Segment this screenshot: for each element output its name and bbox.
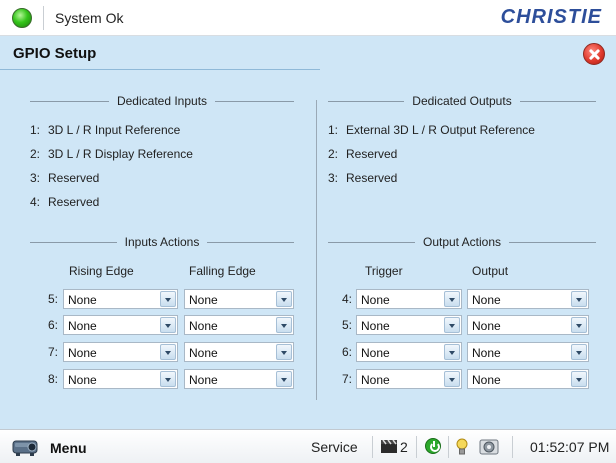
dedicated-outputs-heading: Dedicated Outputs — [328, 93, 596, 109]
dedicated-inputs-heading: Dedicated Inputs — [30, 93, 294, 109]
page-title: GPIO Setup — [13, 45, 97, 62]
clapper-icon[interactable] — [381, 440, 397, 453]
mechanism-icon[interactable] — [478, 437, 500, 457]
output-dropdown[interactable]: None — [467, 315, 589, 335]
rising-edge-header: Rising Edge — [69, 264, 134, 278]
menu-button[interactable]: Menu — [50, 440, 87, 456]
trigger-dropdown[interactable]: None — [356, 289, 462, 309]
action-number: 4: — [341, 292, 352, 306]
lamp-icon[interactable] — [456, 438, 468, 456]
bottom-bar: Menu Service 2 01:52:07 PM — [0, 429, 616, 463]
dropdown-arrow-icon[interactable] — [276, 344, 292, 360]
title-bar: GPIO Setup — [0, 37, 616, 71]
divider — [416, 436, 417, 458]
clock: 01:52:07 PM — [530, 439, 610, 455]
action-number: 5: — [341, 318, 352, 332]
rising-edge-dropdown[interactable]: None — [63, 369, 178, 389]
dedicated-input-row: 3: Reserved — [29, 171, 100, 185]
rising-edge-dropdown[interactable]: None — [63, 342, 178, 362]
action-number: 6: — [47, 318, 58, 332]
action-number: 5: — [47, 292, 58, 306]
dropdown-arrow-icon[interactable] — [444, 317, 460, 333]
close-button[interactable] — [583, 43, 605, 65]
dropdown-arrow-icon[interactable] — [276, 291, 292, 307]
divider — [448, 436, 449, 458]
action-number: 7: — [341, 372, 352, 386]
dropdown-arrow-icon[interactable] — [444, 371, 460, 387]
column-divider — [316, 100, 317, 400]
dropdown-arrow-icon[interactable] — [160, 291, 176, 307]
trigger-dropdown[interactable]: None — [356, 342, 462, 362]
christie-logo: CHRISTIE — [500, 6, 602, 28]
dropdown-arrow-icon[interactable] — [276, 371, 292, 387]
falling-edge-dropdown[interactable]: None — [184, 342, 294, 362]
dropdown-arrow-icon[interactable] — [571, 317, 587, 333]
divider — [512, 436, 513, 458]
status-led-icon — [12, 8, 32, 28]
output-dropdown[interactable]: None — [467, 369, 589, 389]
action-number: 7: — [47, 345, 58, 359]
output-dropdown[interactable]: None — [467, 289, 589, 309]
dropdown-arrow-icon[interactable] — [276, 317, 292, 333]
title-underline — [0, 69, 320, 70]
divider — [43, 6, 44, 30]
action-number: 8: — [47, 372, 58, 386]
divider — [372, 436, 373, 458]
rising-edge-dropdown[interactable]: None — [63, 315, 178, 335]
channel-count: 2 — [400, 439, 408, 455]
output-dropdown[interactable]: None — [467, 342, 589, 362]
falling-edge-dropdown[interactable]: None — [184, 289, 294, 309]
dedicated-output-row: 1: External 3D L / R Output Reference — [327, 123, 535, 137]
falling-edge-dropdown[interactable]: None — [184, 315, 294, 335]
dropdown-arrow-icon[interactable] — [160, 317, 176, 333]
action-number: 6: — [341, 345, 352, 359]
power-icon[interactable] — [425, 438, 441, 454]
dropdown-arrow-icon[interactable] — [160, 371, 176, 387]
dedicated-output-row: 3: Reserved — [327, 171, 398, 185]
dropdown-arrow-icon[interactable] — [571, 344, 587, 360]
output-actions-heading: Output Actions — [328, 234, 597, 250]
trigger-header: Trigger — [365, 264, 403, 278]
falling-edge-header: Falling Edge — [189, 264, 256, 278]
inputs-actions-heading: Inputs Actions — [30, 234, 294, 250]
dropdown-arrow-icon[interactable] — [444, 291, 460, 307]
dropdown-arrow-icon[interactable] — [160, 344, 176, 360]
dropdown-arrow-icon[interactable] — [571, 371, 587, 387]
top-bar: System Ok CHRISTIE — [0, 0, 616, 36]
trigger-dropdown[interactable]: None — [356, 369, 462, 389]
dedicated-input-row: 1: 3D L / R Input Reference — [29, 123, 181, 137]
trigger-dropdown[interactable]: None — [356, 315, 462, 335]
dedicated-input-row: 4: Reserved — [29, 195, 100, 209]
dedicated-input-row: 2: 3D L / R Display Reference — [29, 147, 193, 161]
output-header: Output — [472, 264, 509, 278]
dropdown-arrow-icon[interactable] — [571, 291, 587, 307]
status-text: System Ok — [55, 10, 124, 26]
dedicated-output-row: 2: Reserved — [327, 147, 398, 161]
rising-edge-dropdown[interactable]: None — [63, 289, 178, 309]
service-label[interactable]: Service — [311, 439, 358, 455]
dropdown-arrow-icon[interactable] — [444, 344, 460, 360]
falling-edge-dropdown[interactable]: None — [184, 369, 294, 389]
projector-icon[interactable] — [12, 437, 40, 457]
